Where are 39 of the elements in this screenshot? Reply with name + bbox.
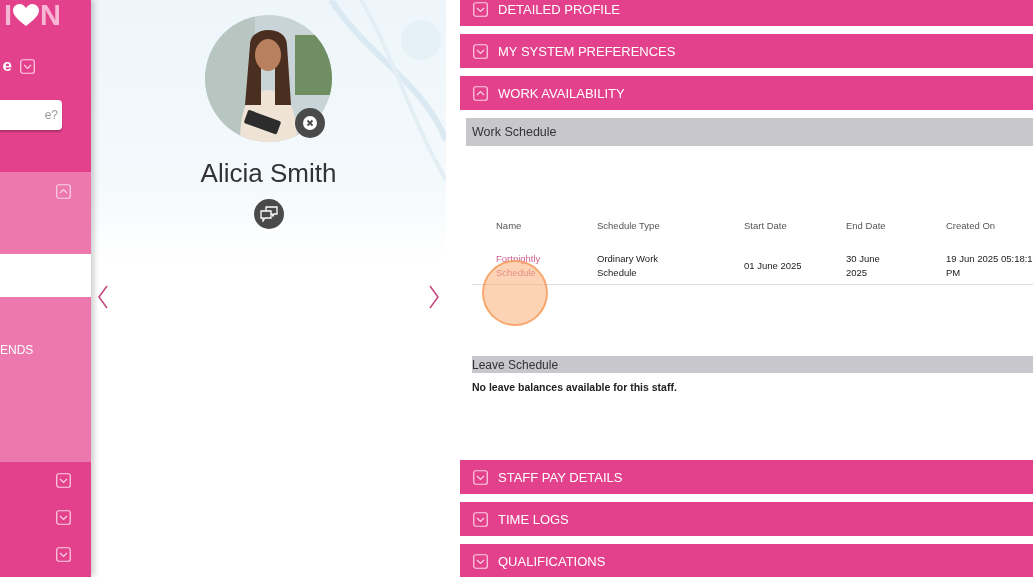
column-header: End Date <box>846 220 887 233</box>
chevron-icon[interactable] <box>56 510 71 525</box>
section-header[interactable]: MY SYSTEM PREFERENCES <box>460 34 1033 68</box>
subsection-title: Leave Schedule <box>472 356 1033 373</box>
section-header[interactable]: STAFF PAY DETAILS <box>460 460 1033 494</box>
menu-label[interactable]: e <box>2 56 12 76</box>
empty-message: No leave balances available for this staff. <box>472 381 678 393</box>
section-header[interactable]: QUALIFICATIONS <box>460 544 1033 577</box>
chevron-icon[interactable] <box>473 469 488 485</box>
profile-name: Alicia Smith <box>200 158 337 189</box>
chevron-icon[interactable] <box>473 553 488 569</box>
subsection-title: Work Schedule <box>466 118 1033 146</box>
table-cell-text: 19 Jun 2025 05:18:1 PM <box>946 252 1033 280</box>
chat-icon <box>259 206 278 222</box>
schedule-link[interactable]: Fortnightly Schedule <box>496 248 566 284</box>
table-cell-text: Ordinary Work Schedule <box>597 252 660 280</box>
chevron-icon[interactable] <box>56 473 71 488</box>
table-cell-text: 30 June 2025 <box>846 252 881 280</box>
section-header[interactable]: DETAILED PROFILE <box>460 0 1033 26</box>
chevron-icon[interactable] <box>473 85 488 101</box>
close-icon <box>303 116 317 130</box>
logo-text: N <box>40 0 61 32</box>
column-header: Created On <box>946 220 997 233</box>
logo-text: I <box>4 0 13 32</box>
chevron-icon[interactable] <box>56 547 71 562</box>
column-header: Name <box>496 220 523 233</box>
chevron-icon[interactable] <box>473 43 488 59</box>
sidebar-item[interactable]: ENDS <box>0 297 91 357</box>
chevron-icon[interactable] <box>20 58 35 74</box>
section-header[interactable]: TIME LOGS <box>460 502 1033 536</box>
heart-icon <box>13 3 40 27</box>
chevron-icon[interactable] <box>473 1 488 17</box>
table-cell-text: 01 June 2025 <box>744 259 803 273</box>
chevron-icon[interactable] <box>56 184 71 199</box>
column-header: Schedule Type <box>597 220 661 233</box>
search-field[interactable]: e? <box>0 100 62 130</box>
column-header: Start Date <box>744 220 788 233</box>
section-header[interactable]: WORK AVAILABILITY <box>460 76 1033 110</box>
chevron-icon[interactable] <box>473 511 488 527</box>
